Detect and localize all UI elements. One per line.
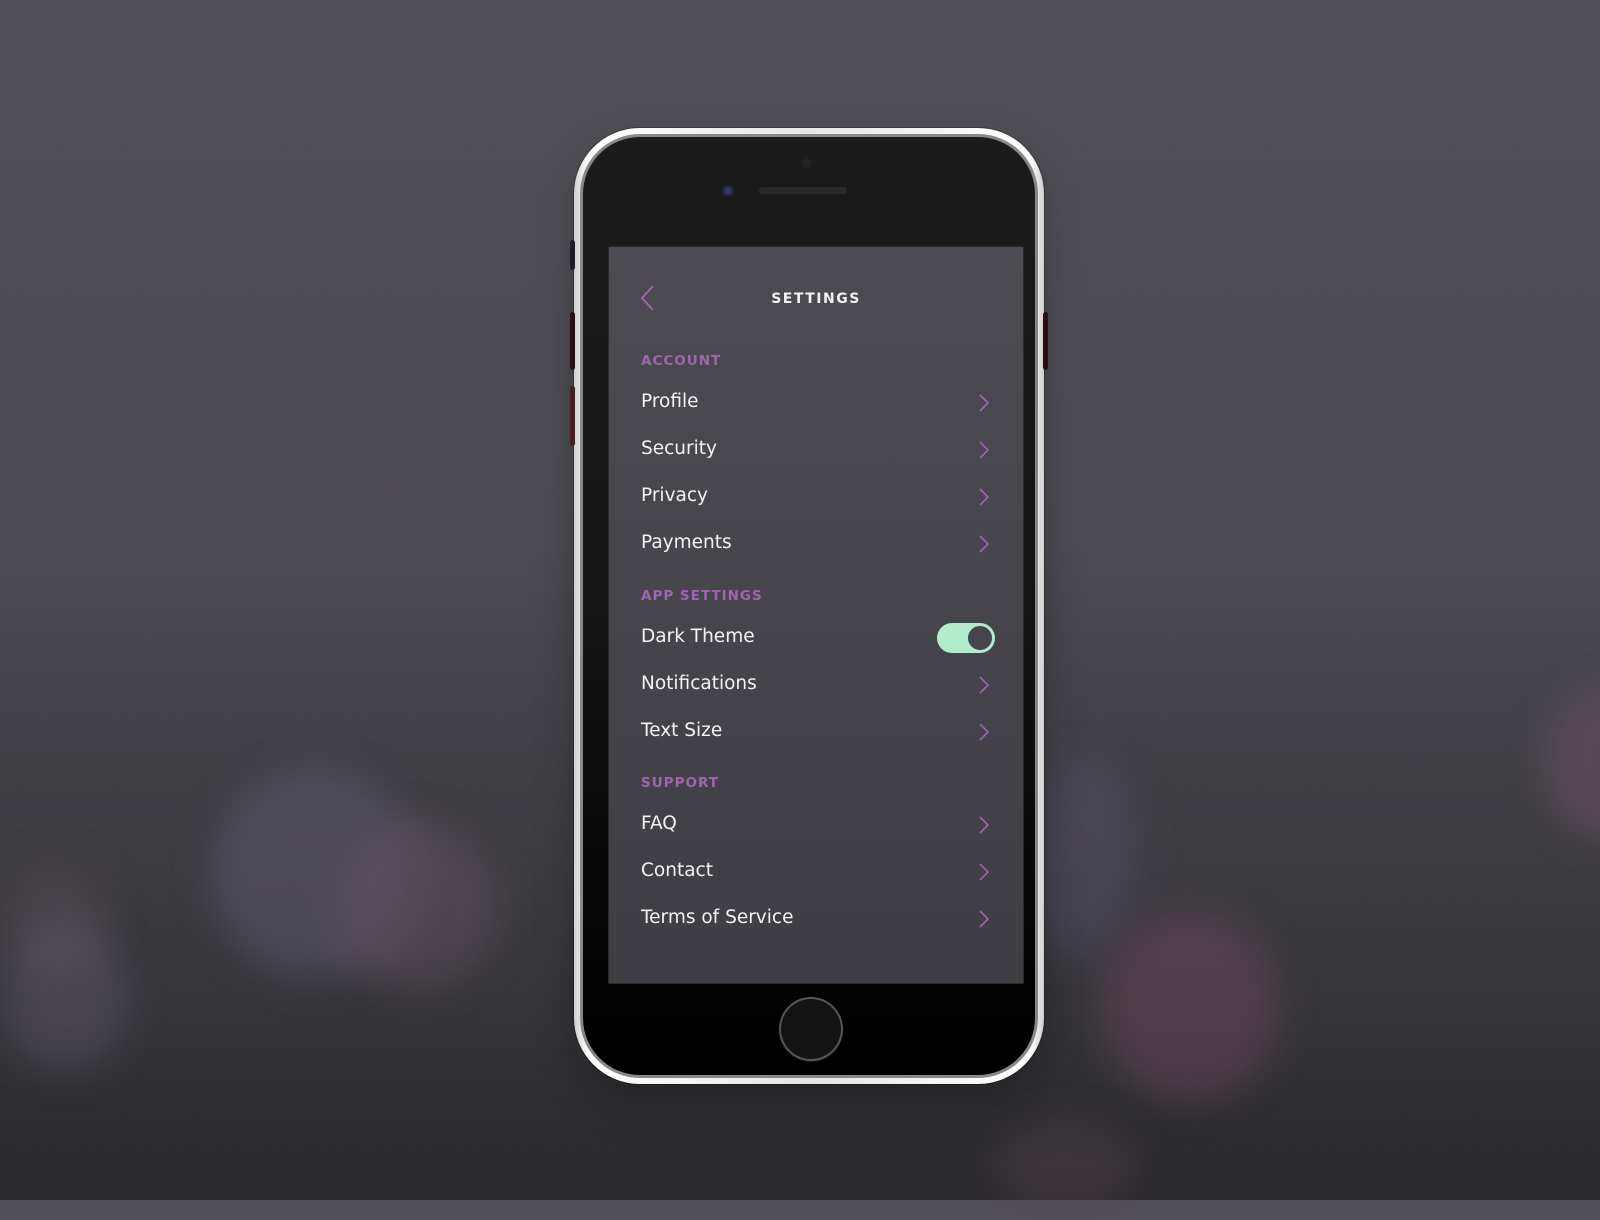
background-bokeh	[990, 1120, 1140, 1220]
background-bokeh	[1100, 910, 1280, 1100]
earpiece-speaker	[759, 187, 847, 194]
item-label: Contact	[641, 860, 713, 881]
chevron-right-icon	[979, 723, 989, 741]
phone-frame: SETTINGS ACCOUNT Profile Security Privac…	[570, 128, 1048, 1084]
chevron-right-icon	[979, 441, 989, 459]
item-label: Security	[641, 438, 717, 459]
phone-face: SETTINGS ACCOUNT Profile Security Privac…	[583, 137, 1035, 1075]
mute-switch	[570, 240, 575, 270]
home-button[interactable]	[779, 997, 843, 1061]
chevron-right-icon	[979, 910, 989, 928]
section-label-app-settings: APP SETTINGS	[641, 588, 763, 604]
background-bokeh	[1030, 760, 1140, 960]
nav-bar: SETTINGS	[609, 283, 1023, 319]
section-label-account: ACCOUNT	[641, 353, 722, 369]
item-label: Text Size	[641, 720, 723, 741]
chevron-right-icon	[979, 488, 989, 506]
item-label: Terms of Service	[641, 907, 794, 928]
settings-item-dark-theme: Dark Theme	[609, 616, 1023, 660]
toggle-knob	[968, 626, 992, 650]
settings-item-payments[interactable]: Payments	[609, 522, 1023, 566]
settings-item-security[interactable]: Security	[609, 428, 1023, 472]
settings-item-profile[interactable]: Profile	[609, 381, 1023, 425]
power-button	[1043, 312, 1048, 370]
volume-down-button	[570, 386, 575, 446]
chevron-right-icon	[979, 394, 989, 412]
background-bokeh	[0, 860, 110, 970]
settings-item-notifications[interactable]: Notifications	[609, 663, 1023, 707]
settings-item-text-size[interactable]: Text Size	[609, 710, 1023, 754]
chevron-right-icon	[979, 676, 989, 694]
item-label: Dark Theme	[641, 626, 755, 647]
chevron-right-icon	[979, 535, 989, 553]
chevron-right-icon	[979, 816, 989, 834]
front-camera-icon	[723, 186, 733, 196]
proximity-sensor	[802, 158, 812, 168]
page-title: SETTINGS	[771, 291, 861, 307]
volume-up-button	[570, 312, 575, 370]
settings-screen: SETTINGS ACCOUNT Profile Security Privac…	[609, 247, 1023, 983]
phone-bezel: SETTINGS ACCOUNT Profile Security Privac…	[580, 134, 1038, 1078]
background-bokeh	[330, 820, 500, 990]
section-label-support: SUPPORT	[641, 775, 719, 791]
settings-item-privacy[interactable]: Privacy	[609, 475, 1023, 519]
chevron-right-icon	[979, 863, 989, 881]
item-label: Notifications	[641, 673, 757, 694]
settings-item-terms-of-service[interactable]: Terms of Service	[609, 897, 1023, 941]
item-label: Profile	[641, 391, 699, 412]
item-label: FAQ	[641, 813, 677, 834]
background-bokeh	[1545, 690, 1600, 840]
settings-item-contact[interactable]: Contact	[609, 850, 1023, 894]
item-label: Privacy	[641, 485, 708, 506]
settings-item-faq[interactable]: FAQ	[609, 803, 1023, 847]
dark-theme-toggle[interactable]	[937, 623, 995, 653]
item-label: Payments	[641, 532, 732, 553]
